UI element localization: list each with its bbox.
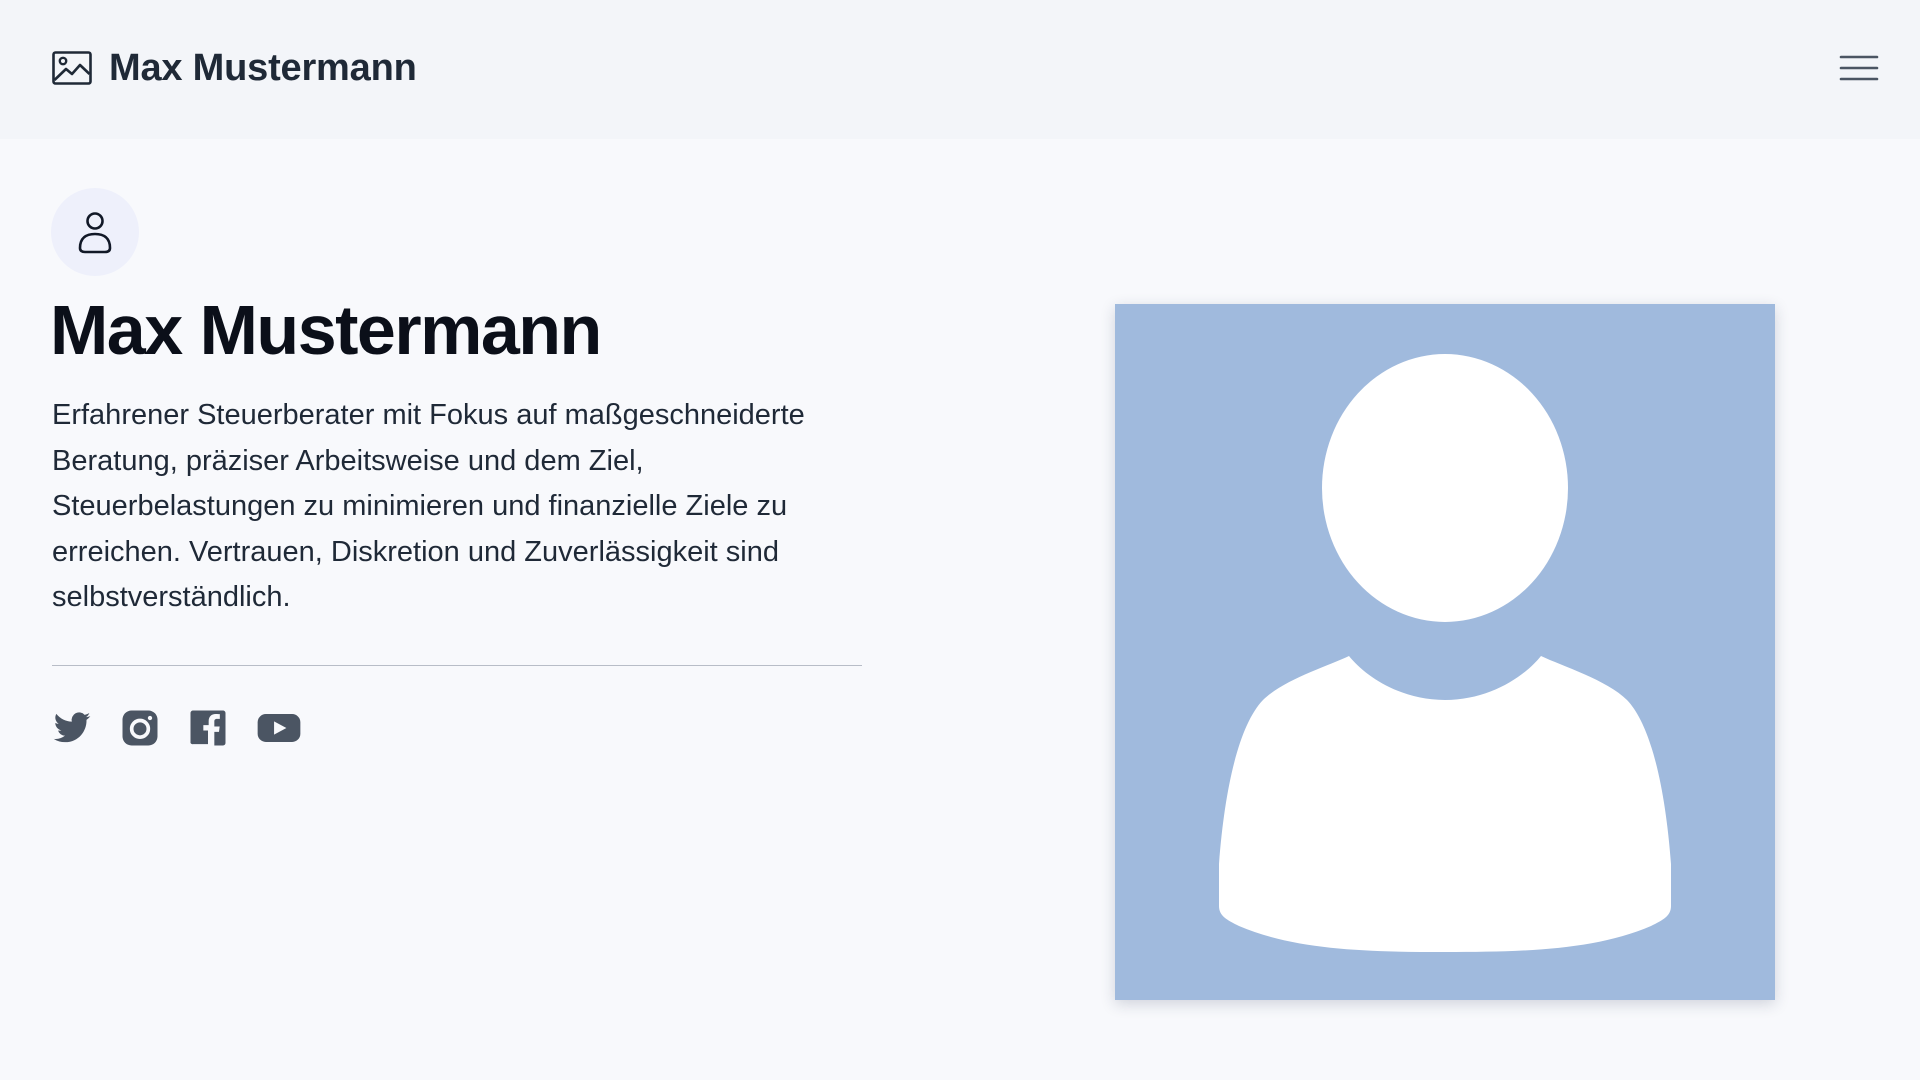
instagram-link[interactable] <box>120 708 160 748</box>
brand-link[interactable]: Max Mustermann <box>52 46 417 90</box>
profile-name: Max Mustermann <box>50 291 602 369</box>
person-silhouette-icon <box>1219 354 1671 952</box>
instagram-icon <box>122 710 158 746</box>
youtube-link[interactable] <box>256 708 302 748</box>
facebook-icon <box>190 710 226 746</box>
facebook-link[interactable] <box>188 708 228 748</box>
profile-portrait <box>1115 304 1775 1000</box>
profile-bio: Erfahrener Steuerberater mit Fokus auf m… <box>52 399 805 613</box>
menu-button[interactable] <box>1839 50 1879 86</box>
hamburger-menu-icon <box>1839 55 1879 81</box>
avatar-badge <box>51 188 139 276</box>
youtube-icon <box>257 714 301 742</box>
user-icon <box>78 212 112 254</box>
image-icon <box>52 51 92 85</box>
twitter-icon <box>53 712 91 743</box>
twitter-link[interactable] <box>52 708 92 748</box>
divider <box>52 665 862 666</box>
brand-name: Max Mustermann <box>109 46 417 89</box>
social-links <box>52 708 330 748</box>
site-header: Max Mustermann <box>0 0 1920 139</box>
